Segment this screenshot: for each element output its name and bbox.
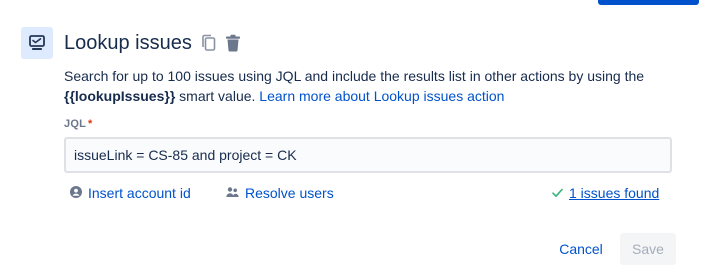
monitor-icon [21,27,53,59]
check-icon [552,185,563,201]
resolve-users-label: Resolve users [245,185,334,201]
resolve-users-button[interactable]: Resolve users [226,184,334,202]
insert-account-id-label: Insert account id [88,185,191,201]
insert-account-id-button[interactable]: Insert account id [70,184,191,202]
copy-icon[interactable] [200,33,218,53]
jql-input[interactable]: issueLink = CS-85 and project = CK [64,137,672,173]
description-text-after: smart value. [175,88,260,104]
people-icon [226,185,239,201]
issues-found-link[interactable]: 1 issues found [552,184,659,202]
description-text: Search for up to 100 issues using JQL an… [64,68,645,84]
learn-more-link[interactable]: Learn more about Lookup issues action [259,88,504,104]
page-title: Lookup issues [64,32,192,54]
save-button[interactable]: Save [620,233,676,265]
issues-found-label: 1 issues found [569,185,660,201]
user-icon [70,185,82,201]
jql-label: JQL * [64,118,92,130]
jql-label-text: JQL [64,118,86,130]
smart-value: {{lookupIssues}} [64,88,176,104]
action-description: Search for up to 100 issues using JQL an… [64,66,704,106]
trash-icon[interactable] [224,33,242,53]
required-marker: * [88,118,93,130]
jql-input-value: issueLink = CS-85 and project = CK [74,147,297,163]
cancel-button[interactable]: Cancel [552,233,610,265]
top-primary-button[interactable] [598,0,699,5]
